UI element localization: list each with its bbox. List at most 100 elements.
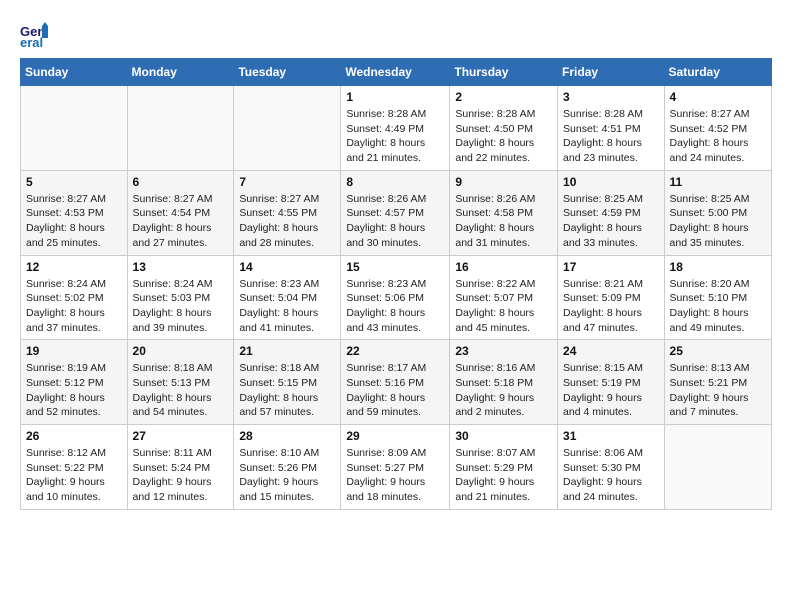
logo-icon: Gen eral (20, 20, 48, 48)
day-number: 6 (133, 175, 229, 189)
day-number: 19 (26, 344, 122, 358)
svg-text:eral: eral (20, 35, 43, 48)
day-info: Sunrise: 8:23 AM Sunset: 5:04 PM Dayligh… (239, 277, 335, 336)
calendar-day-cell (234, 86, 341, 171)
calendar-table: SundayMondayTuesdayWednesdayThursdayFrid… (20, 58, 772, 510)
calendar-day-cell: 18 Sunrise: 8:20 AM Sunset: 5:10 PM Dayli… (664, 255, 771, 340)
day-info: Sunrise: 8:19 AM Sunset: 5:12 PM Dayligh… (26, 361, 122, 420)
day-number: 2 (455, 90, 552, 104)
day-info: Sunrise: 8:12 AM Sunset: 5:22 PM Dayligh… (26, 446, 122, 505)
day-info: Sunrise: 8:26 AM Sunset: 4:58 PM Dayligh… (455, 192, 552, 251)
day-number: 21 (239, 344, 335, 358)
day-info: Sunrise: 8:27 AM Sunset: 4:52 PM Dayligh… (670, 107, 766, 166)
day-info: Sunrise: 8:17 AM Sunset: 5:16 PM Dayligh… (346, 361, 444, 420)
day-number: 26 (26, 429, 122, 443)
calendar-day-cell: 19 Sunrise: 8:19 AM Sunset: 5:12 PM Dayli… (21, 340, 128, 425)
day-info: Sunrise: 8:09 AM Sunset: 5:27 PM Dayligh… (346, 446, 444, 505)
day-number: 31 (563, 429, 659, 443)
day-info: Sunrise: 8:10 AM Sunset: 5:26 PM Dayligh… (239, 446, 335, 505)
weekday-header: Wednesday (341, 59, 450, 86)
calendar-day-cell: 9 Sunrise: 8:26 AM Sunset: 4:58 PM Daylig… (450, 170, 558, 255)
calendar-day-cell: 4 Sunrise: 8:27 AM Sunset: 4:52 PM Daylig… (664, 86, 771, 171)
calendar-week-row: 19 Sunrise: 8:19 AM Sunset: 5:12 PM Dayli… (21, 340, 772, 425)
calendar-day-cell: 8 Sunrise: 8:26 AM Sunset: 4:57 PM Daylig… (341, 170, 450, 255)
day-number: 8 (346, 175, 444, 189)
calendar-day-cell: 25Sunrise: 8:13 AM Sunset: 5:21 PM Dayli… (664, 340, 771, 425)
calendar-day-cell: 11 Sunrise: 8:25 AM Sunset: 5:00 PM Dayli… (664, 170, 771, 255)
day-number: 22 (346, 344, 444, 358)
day-info: Sunrise: 8:28 AM Sunset: 4:50 PM Dayligh… (455, 107, 552, 166)
day-info: Sunrise: 8:20 AM Sunset: 5:10 PM Dayligh… (670, 277, 766, 336)
day-info: Sunrise: 8:23 AM Sunset: 5:06 PM Dayligh… (346, 277, 444, 336)
day-number: 24 (563, 344, 659, 358)
calendar-day-cell: 23 Sunrise: 8:16 AM Sunset: 5:18 PM Dayli… (450, 340, 558, 425)
day-number: 4 (670, 90, 766, 104)
day-number: 13 (133, 260, 229, 274)
calendar-day-cell: 16Sunrise: 8:22 AM Sunset: 5:07 PM Dayli… (450, 255, 558, 340)
calendar-day-cell (664, 425, 771, 510)
weekday-header: Tuesday (234, 59, 341, 86)
day-number: 11 (670, 175, 766, 189)
weekday-header: Monday (127, 59, 234, 86)
day-info: Sunrise: 8:24 AM Sunset: 5:02 PM Dayligh… (26, 277, 122, 336)
day-number: 12 (26, 260, 122, 274)
day-info: Sunrise: 8:16 AM Sunset: 5:18 PM Dayligh… (455, 361, 552, 420)
day-info: Sunrise: 8:27 AM Sunset: 4:53 PM Dayligh… (26, 192, 122, 251)
calendar-day-cell: 20Sunrise: 8:18 AM Sunset: 5:13 PM Dayli… (127, 340, 234, 425)
weekday-header: Saturday (664, 59, 771, 86)
calendar-day-cell: 3 Sunrise: 8:28 AM Sunset: 4:51 PM Daylig… (558, 86, 665, 171)
day-info: Sunrise: 8:07 AM Sunset: 5:29 PM Dayligh… (455, 446, 552, 505)
day-info: Sunrise: 8:18 AM Sunset: 5:15 PM Dayligh… (239, 361, 335, 420)
day-info: Sunrise: 8:11 AM Sunset: 5:24 PM Dayligh… (133, 446, 229, 505)
day-info: Sunrise: 8:27 AM Sunset: 4:54 PM Dayligh… (133, 192, 229, 251)
logo: Gen eral (20, 20, 52, 48)
day-number: 3 (563, 90, 659, 104)
calendar-day-cell: 17Sunrise: 8:21 AM Sunset: 5:09 PM Dayli… (558, 255, 665, 340)
calendar-week-row: 1Sunrise: 8:28 AM Sunset: 4:49 PM Daylig… (21, 86, 772, 171)
calendar-day-cell: 10 Sunrise: 8:25 AM Sunset: 4:59 PM Dayli… (558, 170, 665, 255)
calendar-day-cell: 12 Sunrise: 8:24 AM Sunset: 5:02 PM Dayli… (21, 255, 128, 340)
calendar-day-cell: 29 Sunrise: 8:09 AM Sunset: 5:27 PM Dayli… (341, 425, 450, 510)
day-number: 29 (346, 429, 444, 443)
calendar-day-cell: 26 Sunrise: 8:12 AM Sunset: 5:22 PM Dayli… (21, 425, 128, 510)
weekday-header-row: SundayMondayTuesdayWednesdayThursdayFrid… (21, 59, 772, 86)
day-number: 30 (455, 429, 552, 443)
day-info: Sunrise: 8:28 AM Sunset: 4:51 PM Dayligh… (563, 107, 659, 166)
calendar-day-cell: 14 Sunrise: 8:23 AM Sunset: 5:04 PM Dayli… (234, 255, 341, 340)
day-info: Sunrise: 8:26 AM Sunset: 4:57 PM Dayligh… (346, 192, 444, 251)
calendar-day-cell: 22 Sunrise: 8:17 AM Sunset: 5:16 PM Dayli… (341, 340, 450, 425)
day-info: Sunrise: 8:21 AM Sunset: 5:09 PM Dayligh… (563, 277, 659, 336)
calendar-day-cell: 28 Sunrise: 8:10 AM Sunset: 5:26 PM Dayli… (234, 425, 341, 510)
day-info: Sunrise: 8:24 AM Sunset: 5:03 PM Dayligh… (133, 277, 229, 336)
day-number: 28 (239, 429, 335, 443)
calendar-day-cell: 15 Sunrise: 8:23 AM Sunset: 5:06 PM Dayli… (341, 255, 450, 340)
day-number: 9 (455, 175, 552, 189)
calendar-day-cell: 6 Sunrise: 8:27 AM Sunset: 4:54 PM Daylig… (127, 170, 234, 255)
calendar-day-cell (127, 86, 234, 171)
weekday-header: Friday (558, 59, 665, 86)
calendar-day-cell: 2 Sunrise: 8:28 AM Sunset: 4:50 PM Daylig… (450, 86, 558, 171)
calendar-week-row: 26 Sunrise: 8:12 AM Sunset: 5:22 PM Dayli… (21, 425, 772, 510)
day-number: 5 (26, 175, 122, 189)
day-number: 20 (133, 344, 229, 358)
calendar-week-row: 5 Sunrise: 8:27 AM Sunset: 4:53 PM Daylig… (21, 170, 772, 255)
calendar-day-cell: 31Sunrise: 8:06 AM Sunset: 5:30 PM Dayli… (558, 425, 665, 510)
day-number: 18 (670, 260, 766, 274)
day-info: Sunrise: 8:13 AM Sunset: 5:21 PM Dayligh… (670, 361, 766, 420)
day-number: 23 (455, 344, 552, 358)
calendar-day-cell: 30 Sunrise: 8:07 AM Sunset: 5:29 PM Dayli… (450, 425, 558, 510)
calendar-day-cell: 13 Sunrise: 8:24 AM Sunset: 5:03 PM Dayli… (127, 255, 234, 340)
calendar-day-cell: 1Sunrise: 8:28 AM Sunset: 4:49 PM Daylig… (341, 86, 450, 171)
day-info: Sunrise: 8:15 AM Sunset: 5:19 PM Dayligh… (563, 361, 659, 420)
day-number: 14 (239, 260, 335, 274)
calendar-day-cell: 21 Sunrise: 8:18 AM Sunset: 5:15 PM Dayli… (234, 340, 341, 425)
day-number: 10 (563, 175, 659, 189)
day-info: Sunrise: 8:25 AM Sunset: 5:00 PM Dayligh… (670, 192, 766, 251)
weekday-header: Sunday (21, 59, 128, 86)
day-number: 15 (346, 260, 444, 274)
day-info: Sunrise: 8:25 AM Sunset: 4:59 PM Dayligh… (563, 192, 659, 251)
page-header: Gen eral (20, 20, 772, 48)
day-info: Sunrise: 8:28 AM Sunset: 4:49 PM Dayligh… (346, 107, 444, 166)
day-info: Sunrise: 8:27 AM Sunset: 4:55 PM Dayligh… (239, 192, 335, 251)
calendar-day-cell (21, 86, 128, 171)
